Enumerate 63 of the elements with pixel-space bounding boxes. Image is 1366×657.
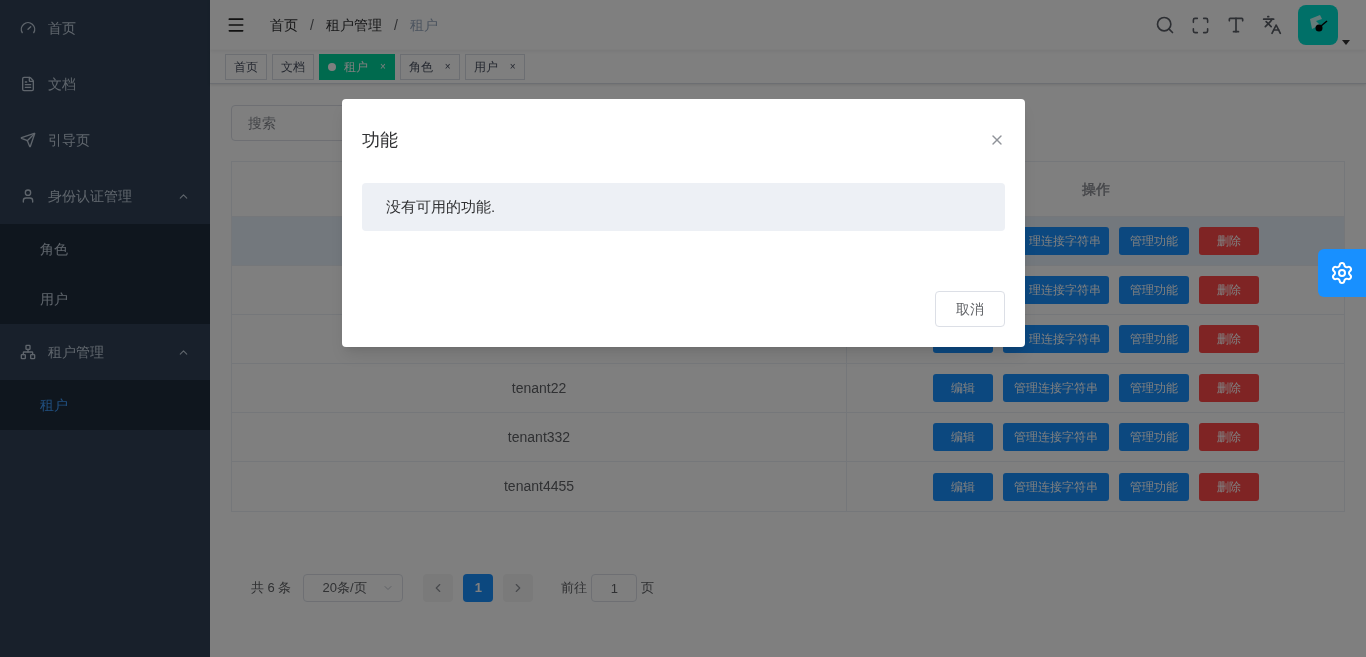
edit-button[interactable]: 编辑 (932, 423, 993, 451)
search-icon[interactable] (1155, 15, 1175, 35)
breadcrumb-item[interactable]: 首页 (270, 14, 298, 36)
paper-plane-icon (20, 132, 36, 148)
tag-tab[interactable]: 文档 (272, 53, 314, 80)
menu-item[interactable]: 首页 (0, 0, 210, 56)
features-button[interactable]: 管理功能 (1118, 325, 1189, 353)
menu-item[interactable]: 文档 (0, 56, 210, 112)
table-cell-text: tenant22 (511, 378, 567, 398)
table-cell-text: tenant4455 (503, 477, 575, 496)
total-count: 共 6 条 (251, 579, 292, 598)
caret-icon[interactable] (1342, 40, 1350, 45)
close-tag-icon[interactable]: × (444, 59, 451, 74)
delete-button[interactable]: 删除 (1198, 423, 1259, 451)
delete-button[interactable]: 删除 (1198, 472, 1259, 501)
connection-strings-button[interactable]: 管理连接字符串 (1002, 423, 1109, 451)
tag-tab[interactable]: 角色 × (399, 53, 460, 80)
tag-tab[interactable]: 用户 × (464, 53, 525, 80)
cancel-button[interactable]: 取消 (935, 291, 1005, 327)
page-size-select[interactable]: 20条/页 (303, 574, 404, 602)
delete-button[interactable]: 删除 (1198, 227, 1259, 255)
gauge-icon (20, 20, 36, 36)
menu-item[interactable]: 身份认证管理 (0, 168, 210, 224)
settings-button[interactable] (1318, 249, 1366, 297)
submenu-item[interactable]: 角色 (0, 224, 210, 274)
fullscreen-icon[interactable] (1191, 15, 1210, 35)
table-cell-text: tenant332 (507, 427, 571, 447)
menu-item[interactable]: 引导页 (0, 112, 210, 168)
goto-suffix: 页 (641, 579, 655, 598)
breadcrumb-separator: / (309, 15, 315, 35)
features-button[interactable]: 管理功能 (1118, 227, 1189, 255)
empty-message: 没有可用的功能. (362, 183, 1005, 231)
features-button[interactable]: 管理功能 (1118, 423, 1189, 451)
features-button[interactable]: 管理功能 (1118, 276, 1189, 304)
delete-button[interactable]: 删除 (1198, 325, 1259, 353)
page-button[interactable]: 1 (463, 574, 494, 602)
menu-item[interactable]: 租户管理 (0, 324, 210, 380)
gear-icon (1330, 261, 1354, 285)
edit-button[interactable]: 编辑 (932, 374, 993, 402)
delete-button[interactable]: 删除 (1198, 374, 1259, 402)
hierarchy-icon (20, 344, 36, 360)
delete-button[interactable]: 删除 (1198, 276, 1259, 304)
tag-tab[interactable]: 租户 × (319, 53, 395, 80)
avatar[interactable] (1298, 5, 1338, 45)
document-icon (20, 76, 36, 92)
breadcrumb-item[interactable]: 租户管理 (325, 14, 382, 36)
features-button[interactable]: 管理功能 (1118, 374, 1189, 402)
close-tag-icon[interactable]: × (380, 59, 386, 74)
menu-toggle-icon[interactable] (226, 15, 246, 35)
goto-label: 前往 (561, 579, 588, 598)
translate-icon[interactable] (1262, 15, 1282, 35)
edit-button[interactable]: 编辑 (932, 472, 993, 501)
connection-strings-button[interactable]: 管理连接字符串 (1002, 472, 1109, 501)
submenu-item[interactable]: 租户 (0, 380, 210, 430)
user-icon (20, 188, 36, 204)
connection-strings-button[interactable]: 管理连接字符串 (1002, 374, 1109, 402)
breadcrumb-separator: / (392, 15, 399, 35)
close-tag-icon[interactable]: × (509, 59, 516, 74)
features-button[interactable]: 管理功能 (1118, 472, 1189, 501)
text-size-icon[interactable] (1226, 15, 1246, 35)
goto-page-field[interactable]: 1 (591, 574, 638, 602)
tag-tab[interactable]: 首页 (225, 53, 267, 80)
submenu-item[interactable]: 用户 (0, 274, 210, 324)
